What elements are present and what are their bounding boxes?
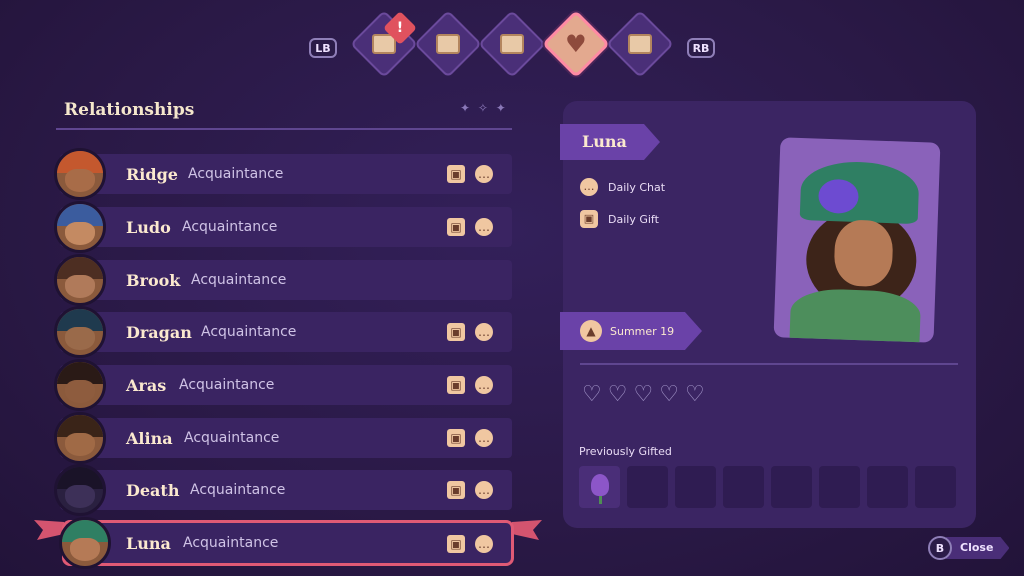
page-title: Relationships [64,100,195,120]
list-item-dragan[interactable]: Dragan Acquaintance ▣ … [54,306,512,358]
character-name: Alina [126,428,173,448]
gift-icon: ▣ [447,218,465,236]
title-divider [56,128,512,130]
avatar-ludo [54,201,106,253]
alert-badge: ! [383,11,417,45]
character-name: Brook [126,270,181,290]
chat-icon: … [475,218,493,236]
list-item-brook[interactable]: Brook Acquaintance [54,254,512,306]
daily-chat-label: Daily Chat [608,180,666,194]
list-item-luna[interactable]: Luna Acquaintance ▣ … [59,517,514,569]
heart-more-icon: ♡ [684,382,705,407]
heart-empty-icon: ♡ [659,382,679,407]
calendar-icon [500,34,524,54]
gift-icon: ▣ [447,323,465,341]
avatar-brook [54,254,106,306]
chat-icon: … [475,376,493,394]
previously-gifted-label: Previously Gifted [579,445,672,458]
chat-icon: … [475,165,493,183]
birthday-label: Summer 19 [610,324,675,338]
journal-icon [628,34,652,54]
avatar-death [54,464,106,516]
avatar-aras [54,359,106,411]
gift-slot-empty [771,466,812,508]
list-item-aras[interactable]: Aras Acquaintance ▣ … [54,359,512,411]
heart-empty-icon: ♡ [633,382,654,407]
gift-icon: ▣ [447,481,465,499]
gift-icon: ▣ [447,376,465,394]
tulip-icon [591,474,609,496]
chat-icon: … [475,481,493,499]
list-item-death[interactable]: Death Acquaintance ▣ … [54,464,512,516]
gift-slot-empty [915,466,956,508]
relationship-status: Acquaintance [191,272,287,288]
chat-icon: … [475,535,493,553]
character-name: Dragan [126,322,192,342]
close-label: Close [946,537,1010,559]
detail-divider [580,363,958,365]
relationship-status: Acquaintance [182,219,278,235]
chat-icon: … [580,178,598,196]
avatar-luna [59,517,111,569]
gifted-items-grid [579,466,956,508]
character-name: Ludo [126,217,171,237]
relationship-status: Acquaintance [188,166,284,182]
gift-slot-empty [819,466,860,508]
character-name-banner: Luna [560,124,660,160]
daily-gift-label: Daily Gift [608,212,659,226]
gift-slot-empty [867,466,908,508]
gift-slot-empty [723,466,764,508]
heart-empty-icon: ♡ [607,382,628,407]
chat-icon: … [475,323,493,341]
gift-slot-tulip[interactable] [579,466,620,508]
friendship-hearts: ♡ ♡ ♡ ♡ ♡ [582,384,705,406]
close-button[interactable]: B Close [928,536,1010,560]
character-name: Aras [126,375,167,395]
gift-slot-empty [675,466,716,508]
character-portrait [773,137,941,343]
gift-icon: ▣ [580,210,598,228]
list-item-ridge[interactable]: Ridge Acquaintance ▣ … [54,148,512,200]
lb-button[interactable]: LB [309,38,337,58]
gift-slot-empty [627,466,668,508]
daily-gift-row: ▣ Daily Gift [580,210,659,228]
character-name: Luna [126,533,171,553]
character-name: Ridge [126,164,178,184]
relationship-status: Acquaintance [183,535,279,551]
list-item-alina[interactable]: Alina Acquaintance ▣ … [54,412,512,464]
character-name: Death [126,480,180,500]
heart-empty-icon: ♡ [582,382,602,407]
map-icon [436,34,460,54]
relationship-status: Acquaintance [201,324,297,340]
relationship-status: Acquaintance [179,377,275,393]
avatar-alina [54,412,106,464]
avatar-dragan [54,306,106,358]
list-item-ludo[interactable]: Ludo Acquaintance ▣ … [54,201,512,253]
relationship-status: Acquaintance [190,482,286,498]
chat-icon: … [475,429,493,447]
relationship-status: Acquaintance [184,430,280,446]
birthday-banner: ▲ Summer 19 [560,312,702,350]
rb-button[interactable]: RB [687,38,715,58]
cake-icon: ▲ [580,320,602,342]
gift-icon: ▣ [447,535,465,553]
daily-chat-row: … Daily Chat [580,178,665,196]
title-decoration: ✦ ✧ ✦ [460,101,508,115]
gift-icon: ▣ [447,429,465,447]
avatar-ridge [54,148,106,200]
heart-icon: ♥ [565,29,587,58]
gift-icon: ▣ [447,165,465,183]
b-button-icon: B [928,536,952,560]
